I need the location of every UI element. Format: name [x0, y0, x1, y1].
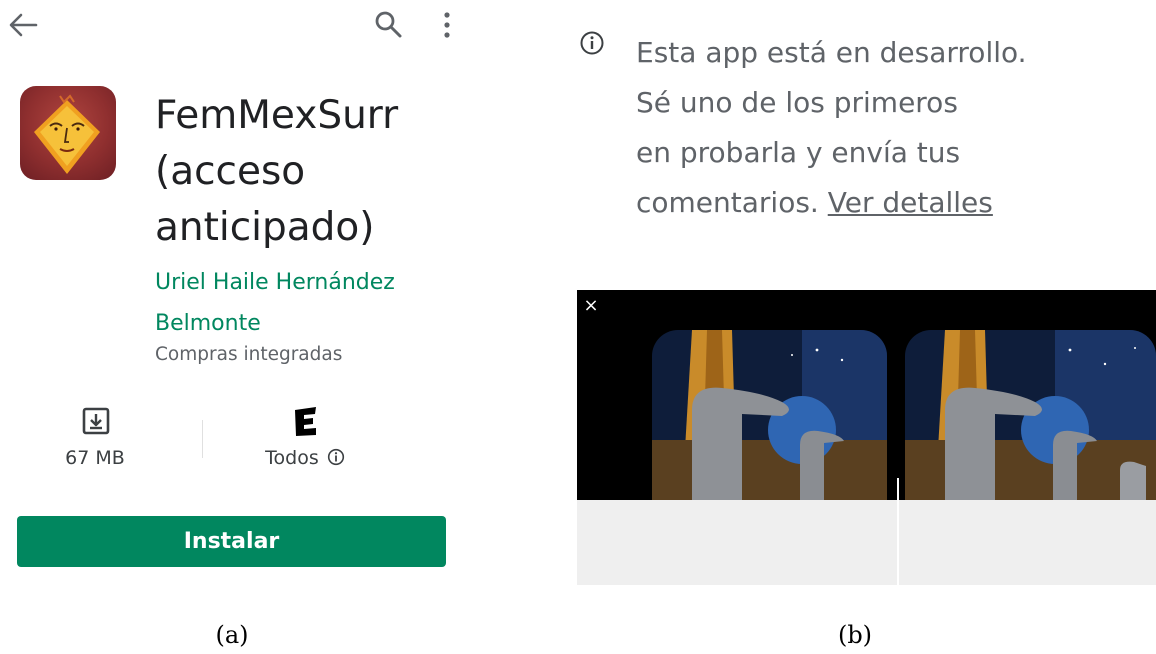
vr-split-divider — [897, 478, 899, 586]
video-overlay — [577, 500, 1156, 585]
developer-name-line[interactable]: Uriel Haile Hernández — [155, 262, 455, 303]
content-rating-label: Todos — [265, 447, 319, 469]
app-title: FemMexSurr (acceso anticipado) — [155, 88, 455, 256]
vr-scene-left — [652, 330, 887, 500]
details-link[interactable]: Ver detalles — [828, 186, 993, 219]
close-video-button[interactable]: × — [580, 295, 602, 317]
search-icon[interactable] — [372, 8, 406, 42]
notice-text: comentarios. — [636, 186, 819, 219]
notice-line: Esta app está en desarrollo. — [636, 36, 1027, 69]
notice-line: Sé uno de los primeros — [636, 86, 958, 119]
development-notice: Esta app está en desarrollo. Sé uno de l… — [636, 28, 1116, 228]
notice-line: en probarla y envía tus — [636, 136, 961, 169]
app-logo-icon — [20, 86, 116, 180]
back-arrow-icon[interactable] — [6, 10, 40, 40]
notice-line-last: comentarios. Ver detalles — [636, 178, 1116, 228]
developer-link[interactable]: Uriel Haile Hernández Belmonte — [155, 262, 455, 344]
info-icon — [579, 30, 605, 56]
more-vert-icon[interactable] — [432, 8, 462, 42]
stat-divider — [202, 420, 203, 458]
download-size-icon — [80, 405, 112, 437]
app-title-line: anticipado) — [155, 205, 375, 250]
app-title-line: (acceso — [155, 149, 306, 194]
info-icon[interactable] — [327, 448, 345, 466]
app-size: 67 MB — [65, 447, 125, 469]
install-button[interactable]: Instalar — [17, 516, 446, 567]
caption-a: (a) — [215, 621, 249, 649]
developer-name-line[interactable]: Belmonte — [155, 303, 455, 344]
vr-scene-right — [905, 330, 1156, 500]
caption-b: (b) — [837, 621, 873, 649]
esrb-e-icon — [290, 404, 322, 438]
content-rating[interactable]: Todos — [240, 447, 370, 469]
in-app-purchases-label: Compras integradas — [155, 344, 343, 365]
app-title-line: FemMexSurr — [155, 93, 399, 138]
